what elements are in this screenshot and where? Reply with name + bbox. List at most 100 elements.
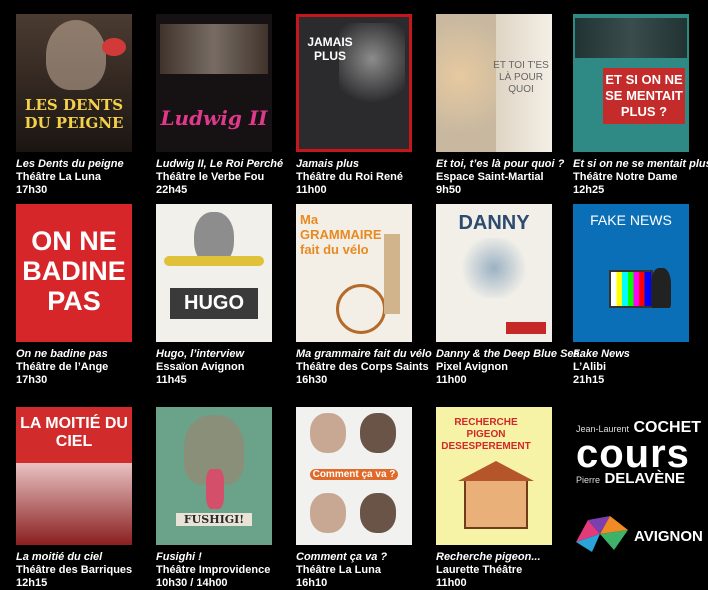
cast-photo [160,24,268,74]
poster-title: Ma GRAMMAIRE fait du vélo [300,212,382,257]
show-card[interactable]: ET TOI T'ES LÀ POUR QUOI Et toi, t’es là… [436,14,565,197]
show-time: 11h00 [296,184,327,196]
show-time: 11h00 [436,577,467,589]
show-time: 10h30 / 14h00 [156,577,228,589]
show-venue: Laurette Théâtre [436,564,523,576]
show-venue: Pixel Avignon [436,361,508,373]
portrait [310,493,346,533]
show-title: On ne badine pas [16,348,108,360]
figure [206,469,224,509]
festival-logo-icon [576,516,628,552]
show-card[interactable]: FUSHIGI! Fusighi ! Théâtre Improvidence 10… [156,407,278,590]
show-title: Ma grammaire fait du vélo [296,348,432,360]
portrait [436,14,496,152]
poster-title: HUGO [170,288,258,319]
poster[interactable]: RECHERCHE PIGEON DESESPEREMENT [436,407,552,545]
show-title: Et si on ne se mentait plus? [573,158,708,170]
poster-title: FAKE NEWS [590,212,672,228]
festival-city: AVIGNON [634,528,703,545]
show-time: 17h30 [16,184,48,196]
poster[interactable]: FAKE NEWS [573,204,689,342]
show-venue: Théâtre Notre Dame [573,171,678,183]
show-card[interactable]: LES DENTS DU PEIGNE Les Dents du peigne T… [16,14,138,197]
show-card[interactable]: ET SI ON NE SE MENTAIT PLUS ? Et si on n… [573,14,708,197]
portrait [360,413,396,453]
poster-title: FUSHIGI! [176,513,252,526]
poster[interactable]: JAMAIS PLUS [296,14,412,152]
show-time: 17h30 [16,374,48,386]
portrait [360,493,396,533]
show-venue: Théâtre des Corps Saints [296,361,429,373]
show-title: Danny & the Deep Blue Sea [436,348,580,360]
show-time: 12h25 [573,184,605,196]
show-time: 12h15 [16,577,48,589]
show-card[interactable]: LA MOITIÉ DU CIEL La moitié du ciel Théât… [16,407,138,590]
house-roof [458,461,534,481]
bicycle-wheel [336,284,386,334]
poster[interactable]: ON NE BADINE PAS [16,204,132,342]
show-card[interactable]: JAMAIS PLUS Jamais plus Théâtre du Roi Re… [296,14,418,197]
poster-title: RECHERCHE PIGEON DESESPEREMENT [441,417,531,452]
brand-word: cours [576,432,690,476]
poster[interactable]: HUGO [156,204,272,342]
portrait [46,20,106,90]
show-venue: Théâtre du Roi René [296,171,403,183]
badge [102,38,126,56]
show-title: Hugo, l’interview [156,348,245,360]
tag [506,322,546,334]
show-time: 16h10 [296,577,328,589]
poster-title: ET SI ON NE SE MENTAIT PLUS ? [603,68,685,124]
show-title: Et toi, t’es là pour quoi ? [436,158,565,170]
microphones [164,256,264,266]
show-card[interactable]: FAKE NEWS Fake News L’Alibi 21h15 [573,204,695,387]
poster[interactable]: FUSHIGI! [156,407,272,545]
poster-title: LA MOITIÉ DU CIEL [20,415,128,450]
poster-title: JAMAIS PLUS [307,35,353,63]
poster[interactable]: LES DENTS DU PEIGNE [16,14,132,152]
poster[interactable]: Ma GRAMMAIRE fait du vélo [296,204,412,342]
poster[interactable]: LA MOITIÉ DU CIEL [16,407,132,545]
show-card[interactable]: Comment ça va ? Comment ça va ? Théâtre L… [296,407,418,590]
show-time: 11h00 [436,374,467,386]
poster-title: LES DENTS DU PEIGNE [24,96,124,132]
poster-title: ET TOI T'ES LÀ POUR QUOI [493,60,549,95]
brand-line-bottom: Pierre DELAVÈNE [576,471,702,488]
show-venue: Théâtre le Verbe Fou [156,171,265,183]
tv-icon [609,270,653,308]
show-title: Fusighi ! [156,551,202,563]
show-card[interactable]: DANNY Danny & the Deep Blue Sea Pixel Avi… [436,204,580,387]
poster[interactable]: DANNY [436,204,552,342]
poster-title: Ludwig II [160,106,268,130]
poster-title: ON NE BADINE PAS [22,226,126,316]
show-title: Comment ça va ? [296,551,388,563]
show-card[interactable]: HUGO Hugo, l’interview Essaïon Avignon 11h… [156,204,278,387]
show-venue: Espace Saint-Martial [436,171,544,183]
poster[interactable]: ET SI ON NE SE MENTAIT PLUS ? [573,14,689,152]
poster[interactable]: Comment ça va ? [296,407,412,545]
show-venue: Théâtre La Luna [296,564,381,576]
figure [651,268,671,308]
poster[interactable]: ET TOI T'ES LÀ POUR QUOI [436,14,552,152]
show-title: Les Dents du peigne [16,158,124,170]
figure [384,234,400,314]
show-card[interactable]: ON NE BADINE PAS On ne badine pas Théâtre… [16,204,138,387]
show-title: Ludwig II, Le Roi Perché [156,158,284,170]
show-time: 22h45 [156,184,188,196]
show-venue: Théâtre de l’Ange [16,361,109,373]
poster[interactable]: Ludwig II [156,14,272,152]
cast-photo [575,18,687,58]
show-venue: Théâtre Improvidence [156,564,271,576]
show-title: Fake News [573,348,630,360]
festival-logo: AVIGNON [570,512,706,556]
show-title: La moitié du ciel [16,551,103,563]
portrait [310,413,346,453]
show-card[interactable]: Ludwig II Ludwig II, Le Roi Perché Théâtr… [156,14,284,197]
show-time: 11h45 [156,374,187,386]
poster-title: DANNY [458,212,530,234]
illustration [16,463,132,545]
show-time: 9h50 [436,184,462,196]
show-card[interactable]: RECHERCHE PIGEON DESESPEREMENT Recherche… [436,407,558,590]
show-card[interactable]: Ma GRAMMAIRE fait du vélo Ma grammaire f… [296,204,432,387]
show-time: 16h30 [296,374,328,386]
house-illustration [464,479,528,529]
